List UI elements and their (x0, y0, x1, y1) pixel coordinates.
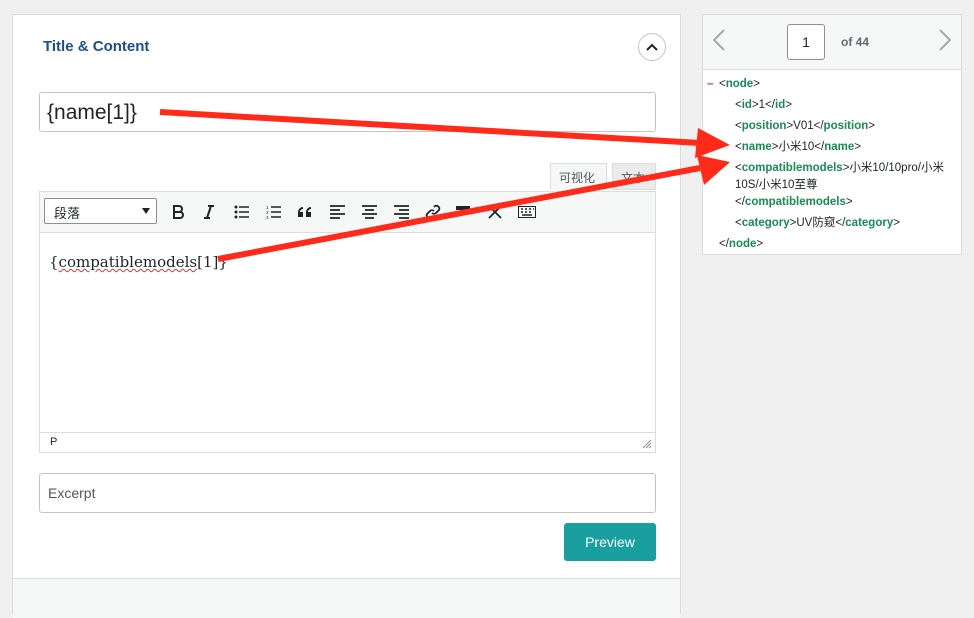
read-more-icon[interactable] (450, 200, 476, 224)
panel-footer (13, 578, 680, 618)
link-icon[interactable] (420, 200, 446, 224)
editor-content-close: [1]} (197, 253, 228, 271)
xml-root-open: – <node> (703, 74, 961, 95)
title-content-panel: Title & Content {name[1]} 可视化 文本 段落 123 (12, 14, 681, 618)
page-total: of 44 (841, 35, 870, 49)
format-select[interactable]: 段落 (44, 198, 157, 224)
toolbar-toggle-icon[interactable] (514, 200, 540, 224)
collapse-node-icon[interactable]: – (707, 74, 713, 95)
editor-toolbar: 段落 123 (40, 192, 655, 233)
tab-text[interactable]: 文本 (612, 163, 656, 190)
xml-preview-panel: 1 of 44 – <node> <id>1</id> <position>V01… (702, 14, 962, 255)
xml-tag: category (741, 217, 790, 229)
collapse-button[interactable] (638, 33, 666, 61)
xml-tag: name (824, 141, 855, 153)
svg-text:3: 3 (266, 215, 269, 219)
record-pager: 1 of 44 (703, 15, 961, 70)
bulleted-list-icon[interactable] (228, 200, 254, 224)
xml-field-position: <position>V01</position> (735, 120, 875, 132)
xml-tree: – <node> <id>1</id> <position>V01</positi… (703, 70, 961, 255)
xml-field-name: <name>小米10</name> (735, 141, 861, 153)
xml-tag: category (845, 217, 894, 229)
xml-tag: compatiblemodels (744, 196, 846, 208)
fullscreen-icon[interactable] (482, 200, 508, 224)
xml-value: V01 (793, 120, 814, 132)
xml-value: 1 (758, 99, 766, 111)
xml-field-compatiblemodels: <compatiblemodels>小米10/10pro/小米10S/小米10至… (735, 162, 944, 208)
chevron-up-icon (646, 43, 658, 51)
xml-tag: node (725, 78, 754, 90)
bold-icon[interactable] (165, 200, 191, 224)
chevron-right-icon (939, 29, 951, 51)
xml-field-category: <category>UV防窥</category> (735, 217, 900, 229)
numbered-list-icon[interactable]: 123 (260, 200, 286, 224)
xml-tag: id (775, 99, 786, 111)
xml-tag: id (741, 99, 752, 111)
xml-field-id: <id>1</id> (735, 99, 792, 111)
caret-down-icon (142, 208, 150, 214)
next-record-button[interactable] (934, 25, 956, 55)
editor-content-word: compatiblemodels (58, 253, 198, 271)
editor-body[interactable]: {compatiblemodels[1]} (40, 233, 655, 433)
format-select-value: 段落 (54, 206, 81, 221)
page-number-input[interactable]: 1 (787, 24, 825, 60)
xml-tag: position (741, 120, 787, 132)
element-path[interactable]: P (50, 436, 57, 448)
editor-statusbar: P (40, 432, 655, 452)
xml-tag: node (728, 238, 757, 250)
excerpt-field[interactable]: Excerpt (39, 473, 656, 513)
align-left-icon[interactable] (324, 200, 350, 224)
xml-tag: name (741, 141, 772, 153)
align-center-icon[interactable] (356, 200, 382, 224)
panel-title: Title & Content (43, 38, 150, 55)
xml-value: UV防窥 (796, 217, 836, 229)
xml-root-close: </node> (719, 238, 764, 250)
xml-tag: compatiblemodels (741, 162, 843, 174)
xml-value: 小米10 (778, 141, 815, 153)
prev-record-button[interactable] (708, 25, 730, 55)
xml-tag: position (823, 120, 869, 132)
name-field[interactable]: {name[1]} (39, 92, 656, 132)
chevron-left-icon (713, 29, 725, 51)
preview-button[interactable]: Preview (564, 523, 656, 561)
resize-grip-icon[interactable] (642, 439, 652, 449)
italic-icon[interactable] (196, 200, 222, 224)
content-editor: 段落 123 {compatiblemodels[1]} P (39, 191, 656, 453)
editor-content-open: { (49, 253, 59, 271)
align-right-icon[interactable] (388, 200, 414, 224)
tab-visual[interactable]: 可视化 (550, 163, 607, 190)
blockquote-icon[interactable] (292, 200, 318, 224)
